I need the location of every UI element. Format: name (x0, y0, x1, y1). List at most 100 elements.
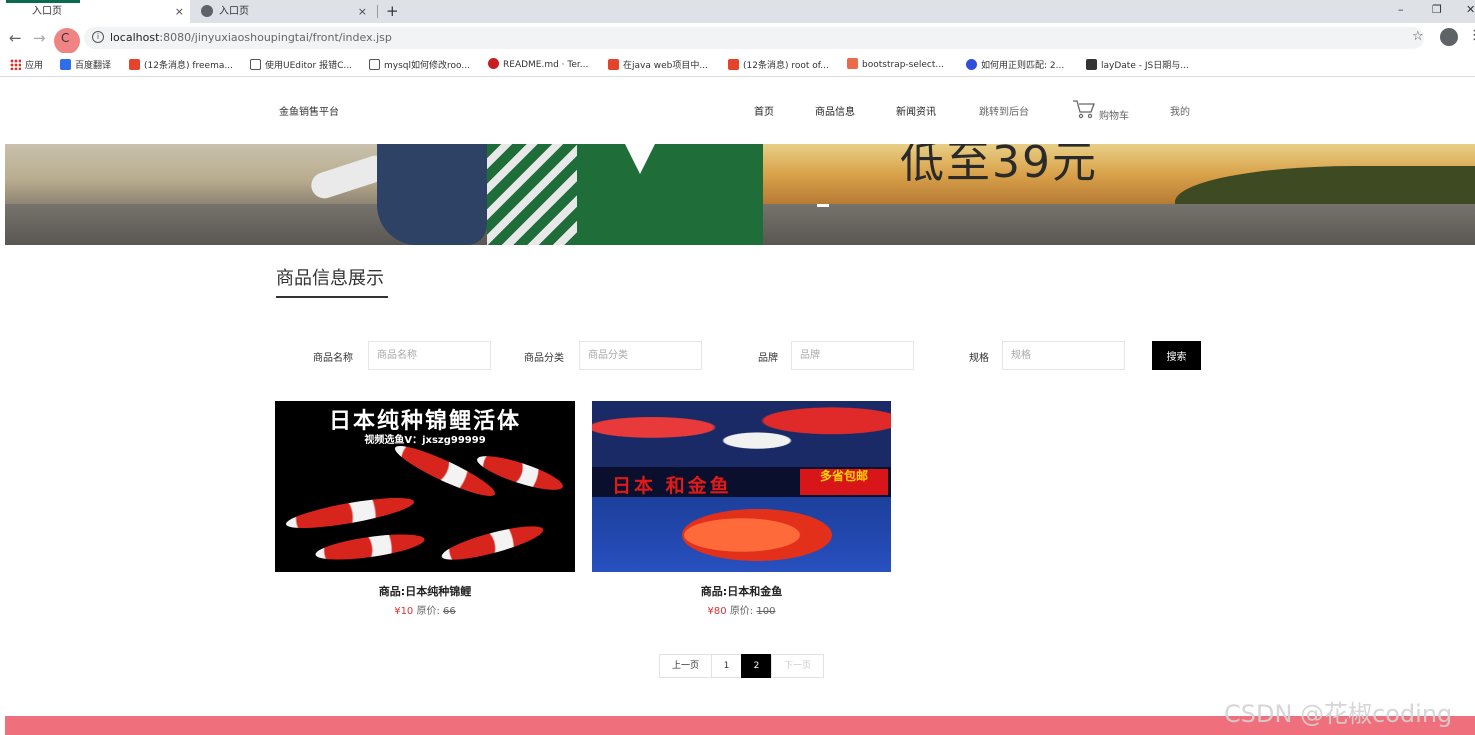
new-tab-button[interactable]: + (386, 0, 399, 22)
browser-menu-icon[interactable]: ⋮ (1468, 28, 1475, 43)
tab-title: 入口页 (219, 6, 249, 17)
segmentfault-icon (369, 59, 380, 70)
browser-tab-inactive[interactable]: 入口页 × (193, 0, 373, 23)
bookmark-label: mysql如何修改roo... (384, 61, 470, 71)
nav-products[interactable]: 商品信息 (815, 103, 855, 118)
csdn-icon (129, 59, 140, 70)
product-card[interactable]: 日本纯种锦鲤活体 视频选鱼V：jxszg99999 商品:日本纯种锦鲤 ¥10 … (275, 401, 575, 617)
bookmark-item[interactable]: 百度翻译 (60, 58, 111, 71)
original-price-label: 原价: (416, 606, 440, 617)
globe-icon (201, 5, 213, 17)
tab-close-icon[interactable]: × (175, 0, 184, 23)
restore-icon[interactable]: ❐ (1432, 0, 1442, 20)
product-name[interactable]: 商品:日本纯种锦鲤 (275, 583, 575, 599)
minimize-icon[interactable]: – (1398, 0, 1404, 20)
product-card[interactable]: 日本 和金鱼 多省包邮 商品:日本和金鱼 ¥80 原价: 100 (592, 401, 891, 617)
reload-icon[interactable]: C (61, 31, 69, 45)
site-brand[interactable]: 金鱼销售平台 (279, 103, 339, 118)
browser-tab-strip: 入口页 × 入口页 × + – ❐ ✕ (0, 0, 1475, 23)
next-page-button[interactable]: 下一页 (771, 654, 824, 678)
bookmark-apps[interactable]: 应用 (10, 58, 43, 71)
close-window-icon[interactable]: ✕ (1466, 0, 1475, 20)
bookmark-label: layDate - JS日期与... (1101, 61, 1189, 71)
bookmark-item[interactable]: 使用UEditor 报错C... (250, 58, 352, 71)
hero-banner[interactable]: 低至39元 (5, 144, 1475, 245)
apps-grid-icon (10, 59, 21, 70)
original-price: 100 (756, 606, 776, 617)
section-title: 商品信息展示 (276, 268, 384, 289)
bookmark-label: 应用 (25, 61, 44, 71)
nav-home[interactable]: 首页 (754, 103, 774, 118)
banner-text: 低至39元 (900, 144, 1098, 188)
baidu-paw-icon (966, 59, 977, 70)
banner-striped-sleeve (487, 144, 577, 245)
product-name-input[interactable] (368, 341, 491, 370)
bookmark-item[interactable]: mysql如何修改roo... (369, 58, 470, 71)
bookmark-item[interactable]: 在java web项目中... (608, 58, 708, 71)
url-text[interactable]: localhost:8080/jinyuxiaoshoupingtai/fron… (110, 31, 392, 44)
layui-icon (1086, 59, 1097, 70)
bookmarks-bar: 应用 百度翻译 (12条消息) freema... 使用UEditor 报错C.… (0, 53, 1475, 77)
bookmark-label: 在java web项目中... (623, 61, 708, 71)
product-category-input[interactable] (579, 341, 702, 370)
pagination: 上一页 1 2 下一页 (659, 654, 824, 678)
product-price: ¥80 原价: 100 (592, 602, 891, 617)
banner-road-marking (817, 204, 829, 207)
bookmark-item[interactable]: layDate - JS日期与... (1086, 58, 1189, 71)
bookmark-star-icon[interactable]: ☆ (1412, 29, 1424, 44)
tab-separator (377, 5, 378, 18)
bookmark-item[interactable]: (12条消息) root of... (728, 58, 829, 71)
product-name[interactable]: 商品:日本和金鱼 (592, 583, 891, 599)
browser-tab-active[interactable]: 入口页 × (0, 0, 190, 23)
bookmark-label: README.md · Ter... (503, 60, 589, 70)
forward-arrow-icon[interactable]: → (33, 29, 46, 47)
back-arrow-icon[interactable]: ← (9, 29, 22, 47)
bookmark-label: bootstrap-select... (862, 60, 944, 70)
bookmark-item[interactable]: bootstrap-select... (847, 58, 944, 70)
prev-page-button[interactable]: 上一页 (659, 654, 712, 678)
brand-input[interactable] (791, 341, 914, 370)
tab-title: 入口页 (32, 6, 62, 17)
cart-icon[interactable] (1072, 99, 1096, 119)
current-price: ¥80 (707, 606, 727, 617)
bookmark-label: 如何用正则匹配: 2... (981, 61, 1065, 71)
csdn-icon (728, 59, 739, 70)
nav-mine[interactable]: 我的 (1170, 103, 1190, 118)
tab-close-icon[interactable]: × (358, 0, 367, 23)
spec-label: 规格 (969, 353, 989, 364)
goldfish-image-promo: 多省包邮 (800, 469, 888, 495)
page-1-button[interactable]: 1 (711, 654, 742, 678)
search-button[interactable]: 搜索 (1152, 341, 1201, 370)
brand-label: 品牌 (758, 353, 778, 364)
banner-jeans (377, 144, 487, 245)
nav-cart[interactable]: 购物车 (1099, 107, 1129, 122)
bookmark-item[interactable]: README.md · Ter... (488, 58, 588, 70)
profile-avatar-icon[interactable] (1440, 28, 1458, 46)
nav-admin[interactable]: 跳转到后台 (979, 103, 1029, 118)
bookmark-label: (12条消息) freema... (144, 61, 233, 71)
page-2-button[interactable]: 2 (741, 654, 772, 678)
original-price-label: 原价: (729, 606, 754, 617)
gitee-icon (488, 58, 499, 69)
product-image-koi[interactable]: 日本纯种锦鲤活体 视频选鱼V：jxszg99999 (275, 401, 575, 572)
goldfish-image-title: 日本 和金鱼 (612, 475, 732, 497)
bookmark-item[interactable]: 如何用正则匹配: 2... (966, 58, 1064, 71)
info-icon[interactable]: i (92, 31, 104, 43)
koi-image-subtitle: 视频选鱼V：jxszg99999 (364, 435, 486, 446)
product-image-goldfish[interactable]: 日本 和金鱼 多省包邮 (592, 401, 891, 572)
bookmark-label: 百度翻译 (75, 61, 112, 71)
csdn-watermark: CSDN @花椒coding (1224, 700, 1453, 728)
csdn-icon (608, 59, 619, 70)
product-name-label: 商品名称 (313, 353, 353, 364)
site-header: 金鱼销售平台 首页 商品信息 新闻资讯 跳转到后台 购物车 我的 (0, 78, 1475, 144)
product-price: ¥10 原价: 66 (275, 602, 575, 617)
spec-input[interactable] (1002, 341, 1125, 370)
nav-news[interactable]: 新闻资讯 (896, 103, 936, 118)
bookmark-item[interactable]: (12条消息) freema... (129, 58, 233, 71)
tab-favicon-accent (6, 0, 80, 3)
goldfish-fish (682, 509, 832, 561)
segmentfault-icon (250, 59, 261, 70)
baidu-translate-icon (60, 59, 71, 70)
bookmark-label: (12条消息) root of... (743, 61, 829, 71)
bootstrap-icon (847, 58, 858, 69)
